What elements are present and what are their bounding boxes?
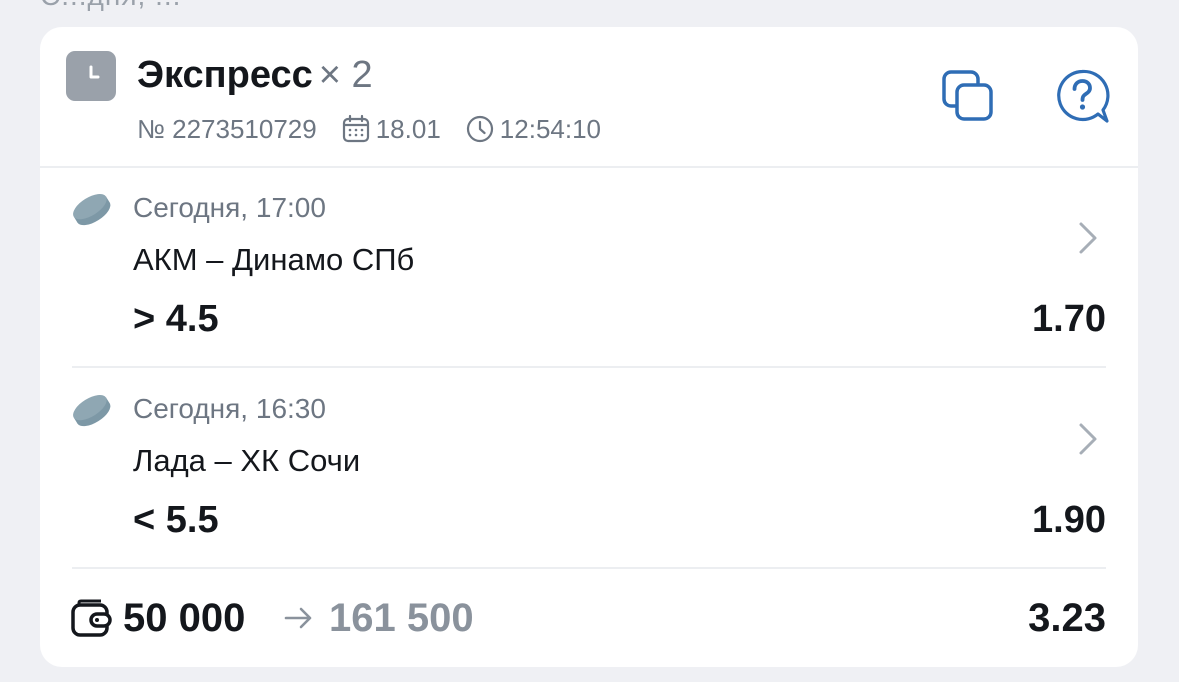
bet-summary: 50 000 161 500 3.23 <box>40 570 1138 667</box>
total-odds: 3.23 <box>1028 596 1106 640</box>
bet-header: Экспресс × 2 № 2273510729 18.01 12:54:10 <box>40 27 1138 168</box>
status-badge <box>66 51 116 101</box>
hockey-puck-icon <box>70 393 114 434</box>
event-row[interactable]: Сегодня, 16:30 Лада – ХК Сочи < 5.5 1.90 <box>40 369 1138 569</box>
event-row[interactable]: Сегодня, 17:00 АКМ – Динамо СПб > 4.5 1.… <box>40 168 1138 368</box>
arrow-right-icon <box>283 606 315 635</box>
hockey-puck-icon <box>70 192 114 233</box>
event-outcome: > 4.5 <box>133 298 219 340</box>
bet-type: Экспресс <box>137 54 313 96</box>
previous-section-heading: С...дня, ... <box>40 0 181 12</box>
bet-meta: № 2273510729 18.01 12:54:10 <box>137 113 601 145</box>
help-button[interactable] <box>1054 68 1110 124</box>
help-question-icon <box>1057 69 1110 123</box>
event-start-time: Сегодня, 16:30 <box>133 393 326 424</box>
event-odds: 1.70 <box>1032 298 1106 340</box>
event-outcome: < 5.5 <box>133 499 219 541</box>
bet-title: Экспресс × 2 <box>137 51 373 99</box>
copy-button[interactable] <box>940 68 996 124</box>
copy-icon <box>942 70 993 121</box>
event-odds: 1.90 <box>1032 499 1106 541</box>
wallet-icon <box>70 599 112 644</box>
chevron-right-icon[interactable] <box>1076 220 1100 261</box>
event-teams: Лада – ХК Сочи <box>133 443 361 478</box>
time-icon <box>465 114 495 144</box>
stake-amount: 50 000 <box>123 596 246 640</box>
clock-icon <box>89 65 100 79</box>
chevron-right-icon[interactable] <box>1076 421 1100 462</box>
bet-time: 12:54:10 <box>499 113 602 144</box>
bet-multiplier: × 2 <box>318 54 373 96</box>
bet-date: 18.01 <box>375 113 441 144</box>
divider <box>72 567 1106 569</box>
event-start-time: Сегодня, 17:00 <box>133 192 326 223</box>
divider <box>72 366 1106 368</box>
potential-payout: 161 500 <box>329 596 474 640</box>
bet-number: № 2273510729 <box>137 113 317 144</box>
bet-card: Экспресс × 2 № 2273510729 18.01 12:54:10… <box>40 27 1138 667</box>
calendar-icon <box>341 114 371 144</box>
event-teams: АКМ – Динамо СПб <box>133 242 415 277</box>
